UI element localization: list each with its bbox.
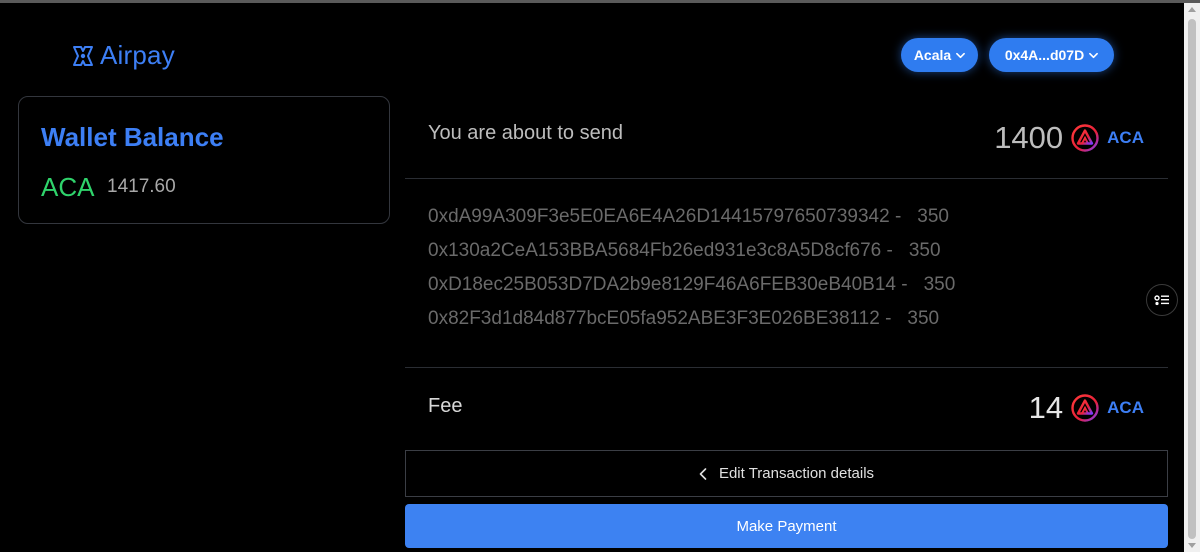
wallet-balance-title: Wallet Balance xyxy=(41,122,224,152)
recipient-address: 0x82F3d1d84d877bcE05fa952ABE3F3E026BE381… xyxy=(428,308,892,329)
wallet-balance-card: Wallet Balance ACA 1417.60 xyxy=(18,96,390,224)
recipient-row: 0x82F3d1d84d877bcE05fa952ABE3F3E026BE381… xyxy=(428,308,955,342)
fee-token-symbol: ACA xyxy=(1107,398,1144,417)
scroll-down-arrow-icon[interactable] xyxy=(1188,543,1196,548)
send-amount-group: 1400 ACA xyxy=(994,120,1144,156)
send-token-symbol: ACA xyxy=(1107,128,1144,147)
chevron-down-icon xyxy=(1089,52,1099,58)
recipient-address: 0xD18ec25B053D7DA2b9e8129F46A6FEB30eB40B… xyxy=(428,274,908,295)
recipient-amount: 350 xyxy=(908,240,941,261)
make-payment-button[interactable]: Make Payment xyxy=(405,504,1168,548)
send-summary-row: You are about to send 1400 ACA xyxy=(405,98,1168,178)
settings-list-icon xyxy=(1154,295,1169,306)
recipient-row: 0xD18ec25B053D7DA2b9e8129F46A6FEB30eB40B… xyxy=(428,274,955,308)
wallet-balance-amount: 1417.60 xyxy=(107,176,176,197)
edit-transaction-label: Edit Transaction details xyxy=(718,465,875,482)
account-selector-button[interactable]: 0x4A...d07D xyxy=(989,38,1114,72)
chevron-left-icon xyxy=(699,467,707,480)
chevron-down-icon xyxy=(956,52,966,58)
acala-token-icon xyxy=(1071,394,1099,422)
recipient-address: 0x130a2CeA153BBA5684Fb26ed931e3c8A5D8cf6… xyxy=(428,240,893,261)
recipient-address: 0xdA99A309F3e5E0EA6E4A26D144157976507393… xyxy=(428,206,902,227)
fee-amount-group: 14 ACA xyxy=(1029,390,1144,426)
fee-amount: 14 xyxy=(1028,390,1064,425)
recipient-row: 0xdA99A309F3e5E0EA6E4A26D144157976507393… xyxy=(428,206,955,240)
fee-label: Fee xyxy=(428,395,463,417)
recipient-amount: 350 xyxy=(923,274,956,295)
send-amount: 1400 xyxy=(994,120,1064,155)
divider xyxy=(405,178,1168,179)
acala-token-icon xyxy=(1071,124,1099,152)
network-label: Acala xyxy=(913,47,952,63)
wallet-token-symbol: ACA xyxy=(41,172,95,202)
recipient-amount: 350 xyxy=(917,206,949,227)
send-label: You are about to send xyxy=(428,122,623,144)
airpay-logo[interactable]: Airpay xyxy=(72,40,175,71)
vertical-scrollbar[interactable] xyxy=(1184,3,1200,552)
edit-transaction-button[interactable]: Edit Transaction details xyxy=(405,450,1168,497)
recipient-amount: 350 xyxy=(907,308,940,329)
network-selector-button[interactable]: Acala xyxy=(901,38,978,72)
airpay-logo-icon xyxy=(73,45,93,66)
make-payment-label: Make Payment xyxy=(736,517,837,535)
brand-name: Airpay xyxy=(100,40,175,70)
divider xyxy=(405,367,1168,368)
scrollbar-thumb[interactable] xyxy=(1188,19,1196,539)
account-label: 0x4A...d07D xyxy=(1004,47,1085,63)
app-window: Airpay Acala 0x4A...d07D Wallet Balance … xyxy=(0,0,1200,552)
recipient-row: 0x130a2CeA153BBA5684Fb26ed931e3c8A5D8cf6… xyxy=(428,240,955,274)
floating-menu-button[interactable] xyxy=(1146,284,1178,316)
recipient-list: 0xdA99A309F3e5E0EA6E4A26D144157976507393… xyxy=(428,206,955,342)
scroll-up-arrow-icon[interactable] xyxy=(1188,7,1196,12)
